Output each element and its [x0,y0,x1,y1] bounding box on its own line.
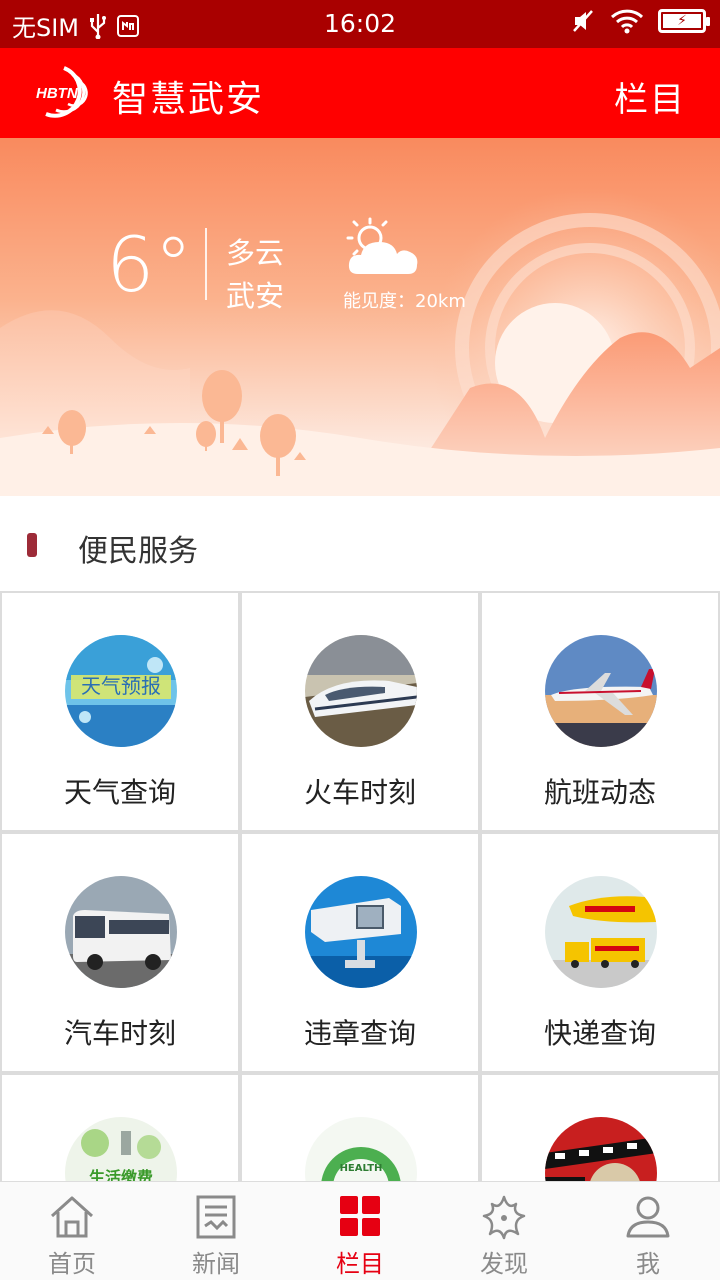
status-right: ⚡ [572,8,710,34]
health-image-text: HEALTH [340,1163,383,1174]
section-header: 便民服务 [0,496,720,592]
tab-label: 新闻 [192,1250,240,1278]
news-icon [196,1195,236,1239]
health-image: HEALTH [305,1117,417,1181]
traffic-camera-image [305,876,417,988]
tab-label: 栏目 [336,1250,384,1278]
movie-image [545,1117,657,1181]
service-label: 航班动态 [543,776,656,809]
service-train[interactable]: 火车时刻 [240,591,480,832]
delivery-truck-image [545,876,657,988]
wifi-icon [610,9,644,34]
service-movie[interactable] [480,1073,720,1181]
tab-discover[interactable]: 发现 [432,1182,576,1280]
service-express[interactable]: 快递查询 [480,832,720,1073]
bus-image [65,876,177,988]
tab-me[interactable]: 我 [576,1182,720,1280]
battery-charging-icon: ⚡ [658,9,710,33]
utility-payment-image: 生活缴费 [65,1117,177,1181]
tab-columns[interactable]: 栏目 [288,1182,432,1280]
temperature: 6° [106,220,193,309]
visibility-text: 能见度：20km [343,291,466,312]
service-flight[interactable]: 航班动态 [480,591,720,832]
section-title: 便民服务 [78,534,198,569]
tab-label: 发现 [480,1250,528,1278]
starfish-icon [482,1195,526,1240]
service-label: 火车时刻 [303,776,416,809]
hbtn-logo: HBTN [36,66,88,118]
app-bar: HBTN 智慧武安 栏目 [0,48,720,138]
mute-icon [573,10,593,32]
bottom-nav: 首页 新闻 栏目 发现 我 [0,1181,720,1280]
tab-home[interactable]: 首页 [0,1182,144,1280]
logo-text: HBTN [36,85,79,102]
weather-banner[interactable]: 6° 多云 武安 能见度：20km [0,138,720,496]
tab-label: 我 [636,1250,660,1278]
weather-condition: 多云 [226,236,285,270]
partly-cloudy-icon [346,217,418,274]
service-label: 违章查询 [303,1017,416,1050]
weather-image-text: 天气预报 [81,674,161,698]
grid-icon [340,1196,380,1236]
service-health[interactable]: HEALTH [240,1073,480,1181]
service-grid: 天气预报 天气查询 火车时刻 航班动态 汽车时刻 违章查询 快递查询 生活缴费 … [0,591,720,1181]
user-icon [626,1196,670,1238]
service-label: 快递查询 [543,1017,656,1050]
section-marker [27,533,37,557]
app-title: 智慧武安 [112,79,265,120]
service-bus[interactable]: 汽车时刻 [0,832,240,1073]
service-violation[interactable]: 违章查询 [240,832,480,1073]
status-bar: 无SIM 16:02 ⚡ [0,0,720,48]
service-label: 汽车时刻 [63,1017,176,1050]
weather-divider [205,228,207,300]
airplane-image [545,635,657,747]
service-weather[interactable]: 天气预报 天气查询 [0,591,240,832]
tab-news[interactable]: 新闻 [144,1182,288,1280]
service-label: 天气查询 [63,776,176,809]
city-name: 武安 [226,279,285,313]
service-utility[interactable]: 生活缴费 [0,1073,240,1181]
columns-menu-button[interactable]: 栏目 [614,72,686,121]
home-icon [50,1196,94,1238]
utility-image-text: 生活缴费 [89,1168,153,1181]
landscape-illustration [0,188,720,496]
weather-forecast-image: 天气预报 [65,635,177,747]
tab-label: 首页 [48,1250,96,1278]
train-image [305,635,417,747]
